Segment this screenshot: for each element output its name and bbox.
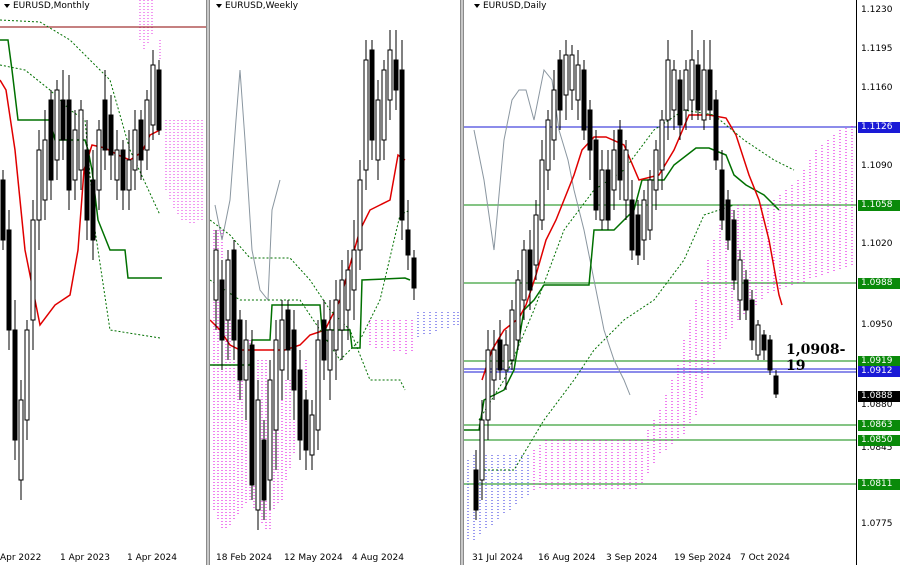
weekly-x-label: 4 Aug 2024 bbox=[352, 553, 404, 563]
dropdown-arrow-icon bbox=[216, 3, 222, 8]
monthly-chart-title: EURUSD,Monthly bbox=[4, 1, 90, 11]
weekly-chart-canvas bbox=[210, 30, 459, 530]
daily-chart-canvas bbox=[464, 30, 856, 540]
daily-x-label: 19 Sep 2024 bbox=[674, 553, 732, 563]
daily-x-label: 16 Aug 2024 bbox=[538, 553, 596, 563]
price-level-tag: 1.0811 bbox=[858, 479, 900, 490]
price-level-tag: 1.0863 bbox=[858, 420, 900, 431]
price-tick: 1.1160 bbox=[861, 83, 893, 93]
price-level-tag: 1.0850 bbox=[858, 435, 900, 446]
weekly-chikou-line bbox=[214, 69, 281, 302]
terminal-workspace: { "charts": { "monthly": { "title": "EUR… bbox=[0, 0, 900, 565]
weekly-candles bbox=[213, 30, 417, 530]
daily-x-label: 31 Jul 2024 bbox=[472, 553, 523, 563]
weekly-chart-title: EURUSD,Weekly bbox=[216, 1, 298, 11]
weekly-chart-panel[interactable]: EURUSD,Weekly 18 Feb 2024 12 May 2024 4 … bbox=[210, 0, 460, 565]
daily-x-label: 7 Oct 2024 bbox=[740, 553, 790, 563]
price-level-tag: 1.1126 bbox=[858, 122, 900, 133]
price-tick: 1.0775 bbox=[861, 519, 893, 529]
daily-candles bbox=[473, 30, 779, 520]
price-level-tag: 1.0912 bbox=[858, 366, 900, 377]
price-tick: 1.0950 bbox=[861, 320, 893, 330]
price-annotation: 1,0908-19 bbox=[786, 342, 846, 374]
price-axis[interactable]: 1.1230 1.1195 1.1160 1.1090 1.1020 1.095… bbox=[856, 0, 900, 565]
monthly-x-label: 1 Apr 2023 bbox=[60, 553, 110, 563]
current-price-tag: 1.0888 bbox=[858, 391, 900, 402]
daily-chart-title: EURUSD,Daily bbox=[474, 1, 546, 11]
monthly-chart-canvas bbox=[0, 0, 206, 500]
price-level-tag: 1.0988 bbox=[858, 278, 900, 289]
dropdown-arrow-icon bbox=[4, 3, 10, 8]
monthly-x-label: 1 Apr 2024 bbox=[127, 553, 177, 563]
monthly-candles bbox=[0, 50, 162, 500]
price-level-tag: 1.1058 bbox=[858, 200, 900, 211]
daily-x-label: 3 Sep 2024 bbox=[606, 553, 658, 563]
weekly-x-label: 18 Feb 2024 bbox=[216, 553, 273, 563]
price-tick: 1.1195 bbox=[861, 44, 893, 54]
daily-chart-panel[interactable]: EURUSD,Daily 1,0908-19 31 Jul 2024 16 Au… bbox=[464, 0, 856, 565]
monthly-x-label: Apr 2022 bbox=[0, 553, 42, 563]
weekly-x-label: 12 May 2024 bbox=[284, 553, 343, 563]
price-tick: 1.1230 bbox=[861, 5, 893, 15]
dropdown-arrow-icon bbox=[474, 3, 480, 8]
price-tick: 1.1020 bbox=[861, 239, 893, 249]
daily-ichimoku-cloud bbox=[467, 126, 853, 540]
monthly-chart-panel[interactable]: EURUSD,Monthly Apr 2022 1 Apr 2023 1 Apr… bbox=[0, 0, 206, 565]
price-tick: 1.1090 bbox=[861, 161, 893, 171]
